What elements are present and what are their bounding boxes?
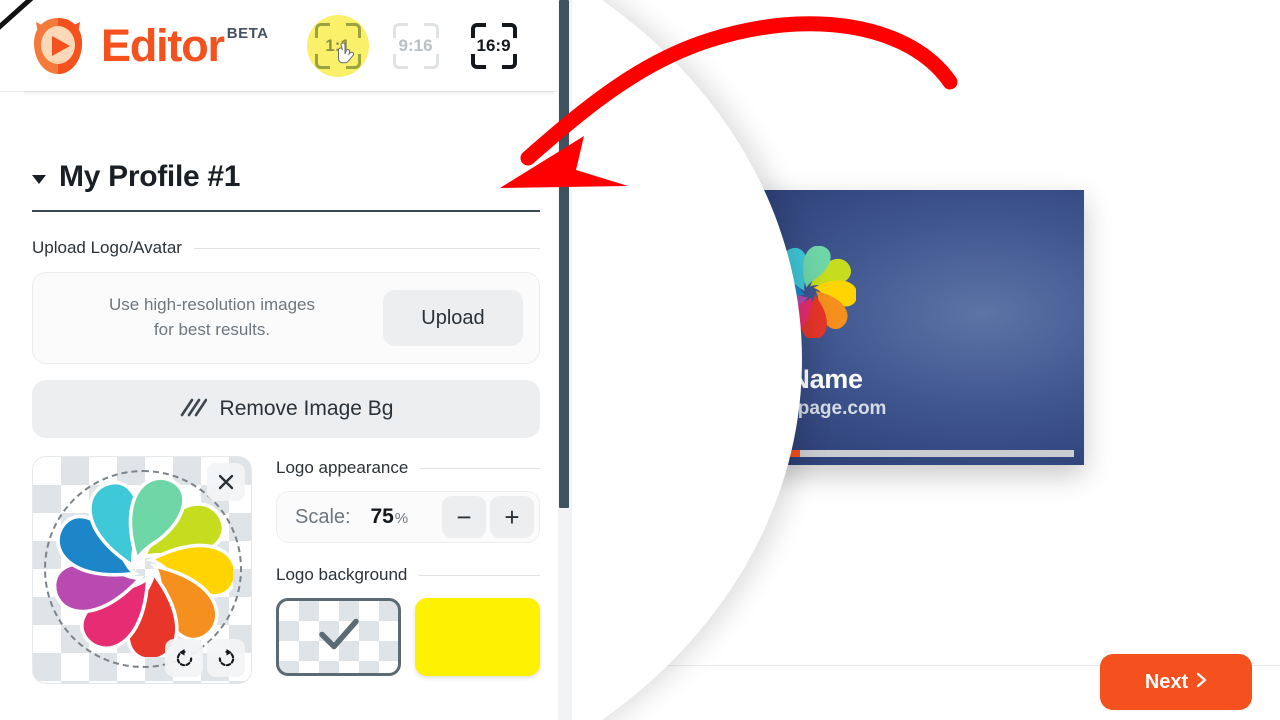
scale-increment-button[interactable]: + bbox=[490, 496, 534, 538]
background-swatches bbox=[276, 598, 540, 676]
rainbow-spiral-logo-icon bbox=[52, 476, 238, 662]
sidebar-panel: Editor BETA 1:1 9:16 16:9 My Profile #1 … bbox=[0, 0, 572, 720]
rotate-right-icon[interactable] bbox=[207, 639, 245, 677]
sidebar-scrollbar[interactable] bbox=[558, 0, 572, 720]
lion-play-logo-icon bbox=[24, 12, 92, 80]
logo-editor-row: Logo appearance Scale: 75% − + Logo back… bbox=[32, 456, 540, 684]
ratio-label-1-1: 1:1 bbox=[325, 35, 350, 55]
page-curl-overlay bbox=[572, 0, 802, 720]
scale-stepper: Scale: 75% − + bbox=[276, 491, 540, 543]
ratio-button-9-16[interactable]: 9:16 bbox=[385, 15, 447, 77]
section-rule bbox=[193, 247, 540, 249]
upload-section-label: Upload Logo/Avatar bbox=[32, 238, 182, 257]
preview-stage: ndName Webpage.com Next bbox=[572, 0, 1280, 720]
upload-dropzone[interactable]: Use high-resolution images for best resu… bbox=[32, 272, 540, 364]
scale-unit: % bbox=[394, 510, 409, 527]
profile-divider bbox=[32, 210, 540, 212]
rotate-left-icon[interactable] bbox=[165, 639, 203, 677]
ratio-label-16-9: 16:9 bbox=[476, 35, 511, 55]
scale-decrement-button[interactable]: − bbox=[442, 496, 486, 538]
diagonal-stripes-icon bbox=[179, 397, 207, 422]
brand-wordmark: Editor BETA bbox=[101, 23, 269, 68]
ratio-label-9-16: 9:16 bbox=[398, 35, 433, 55]
next-button-label: Next bbox=[1144, 670, 1189, 693]
profile-header[interactable]: My Profile #1 bbox=[32, 92, 540, 194]
section-rule bbox=[420, 467, 540, 469]
upload-section-header: Upload Logo/Avatar bbox=[32, 238, 540, 258]
next-button[interactable]: Next bbox=[1100, 654, 1252, 710]
logo-controls-column: Logo appearance Scale: 75% − + Logo back… bbox=[276, 456, 540, 684]
brand-logo[interactable]: Editor BETA bbox=[24, 12, 269, 80]
caret-down-icon[interactable] bbox=[32, 174, 46, 184]
aspect-ratio-buttons: 1:1 9:16 16:9 bbox=[306, 14, 525, 77]
logo-preview-thumbnail[interactable] bbox=[32, 456, 252, 684]
ratio-button-16-9[interactable]: 16:9 bbox=[463, 15, 525, 77]
remove-image-bg-label: Remove Image Bg bbox=[219, 397, 394, 420]
appearance-section-header: Logo appearance bbox=[276, 458, 540, 478]
scale-value: 75% bbox=[341, 505, 438, 529]
upload-hint-line-1: Use high-resolution images bbox=[109, 295, 315, 315]
remove-image-bg-button[interactable]: Remove Image Bg bbox=[32, 380, 540, 438]
brand-name-text: Editor bbox=[101, 20, 225, 71]
upload-button[interactable]: Upload bbox=[383, 290, 523, 346]
background-section-header: Logo background bbox=[276, 565, 540, 585]
background-label: Logo background bbox=[276, 565, 408, 584]
swatch-transparent[interactable] bbox=[276, 598, 401, 676]
close-x-icon[interactable] bbox=[207, 463, 245, 501]
beta-badge: BETA bbox=[226, 25, 269, 42]
section-rule bbox=[419, 574, 540, 576]
upload-hint-line-2: for best results. bbox=[153, 320, 271, 339]
appearance-label: Logo appearance bbox=[276, 458, 409, 477]
card-secondary-bar bbox=[800, 450, 1074, 457]
ratio-button-1-1[interactable]: 1:1 bbox=[306, 14, 369, 77]
page-title: My Profile #1 bbox=[59, 160, 241, 193]
app-header: Editor BETA 1:1 9:16 16:9 bbox=[0, 0, 572, 97]
check-icon bbox=[318, 618, 360, 657]
scale-number: 75 bbox=[370, 505, 394, 528]
editor-app: Editor BETA 1:1 9:16 16:9 My Profile #1 … bbox=[0, 0, 1280, 720]
chevron-right-icon bbox=[1196, 671, 1207, 694]
sidebar-content: My Profile #1 Upload Logo/Avatar Use hig… bbox=[0, 92, 572, 684]
sidebar-scrollbar-thumb[interactable] bbox=[559, 0, 569, 508]
swatch-yellow[interactable] bbox=[415, 598, 540, 676]
upload-hint: Use high-resolution images for best resu… bbox=[41, 293, 383, 342]
